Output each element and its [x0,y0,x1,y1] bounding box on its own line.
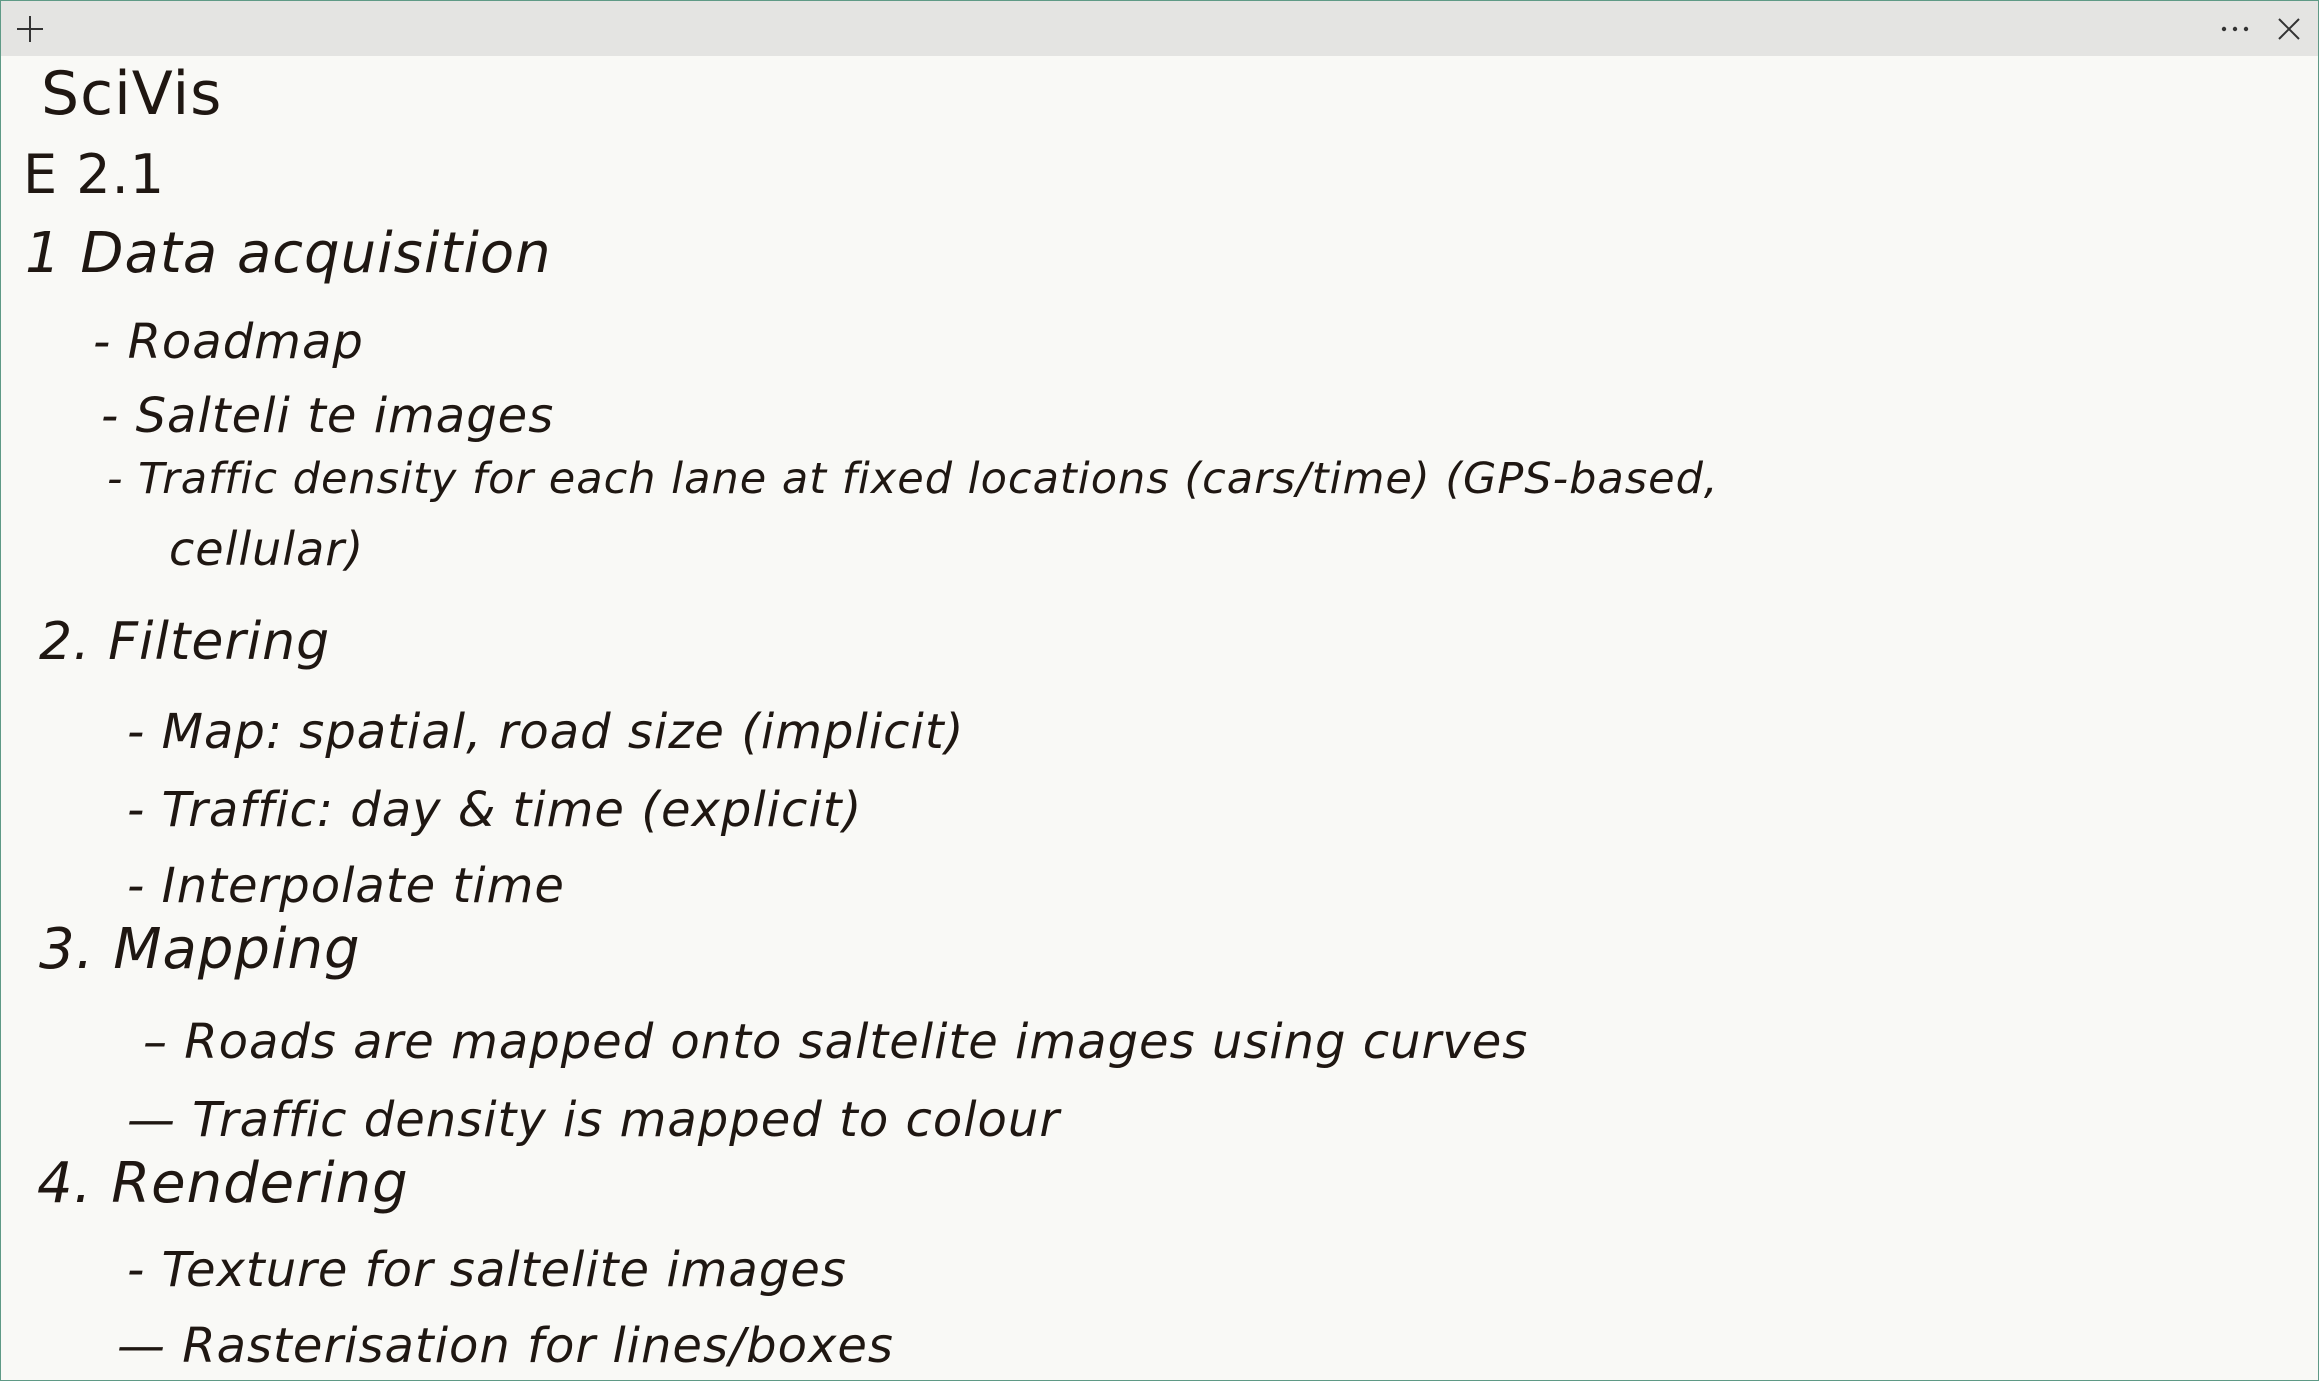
list-item: – Roads are mapped onto saltelite images… [143,1014,1529,1070]
plus-icon [14,13,46,45]
note-title: SciVis [41,59,223,129]
section-heading: 4. Rendering [37,1151,409,1216]
list-item: - Texture for saltelite images [127,1242,847,1298]
list-item: - Traffic: day & time (explicit) [127,782,863,838]
list-item: cellular) [169,522,365,576]
list-item: - Traffic density for each lane at fixed… [107,454,1719,504]
list-item: - Interpolate time [127,858,565,914]
list-item: — Traffic density is mapped to colour [127,1092,1061,1148]
exercise-label: E 2.1 [23,143,166,206]
close-button[interactable] [2265,1,2313,56]
new-note-button[interactable] [5,1,55,56]
section-heading: 1 Data acquisition [25,221,552,286]
list-item: — Rasterisation for lines/boxes [117,1318,894,1374]
note-content[interactable]: SciVis E 2.1 1 Data acquisition - Roadma… [1,56,2318,1380]
list-item: - Salteli te images [101,388,555,444]
section-heading: 3. Mapping [39,917,361,982]
close-icon [2276,16,2302,42]
list-item: - Roadmap [93,314,364,370]
title-bar[interactable] [1,1,2318,56]
section-heading: 2. Filtering [39,612,331,672]
list-item: - Map: spatial, road size (implicit) [127,704,965,760]
more-options-button[interactable] [2211,1,2259,56]
sticky-note-window: SciVis E 2.1 1 Data acquisition - Roadma… [0,0,2319,1381]
more-horizontal-icon [2219,24,2251,34]
